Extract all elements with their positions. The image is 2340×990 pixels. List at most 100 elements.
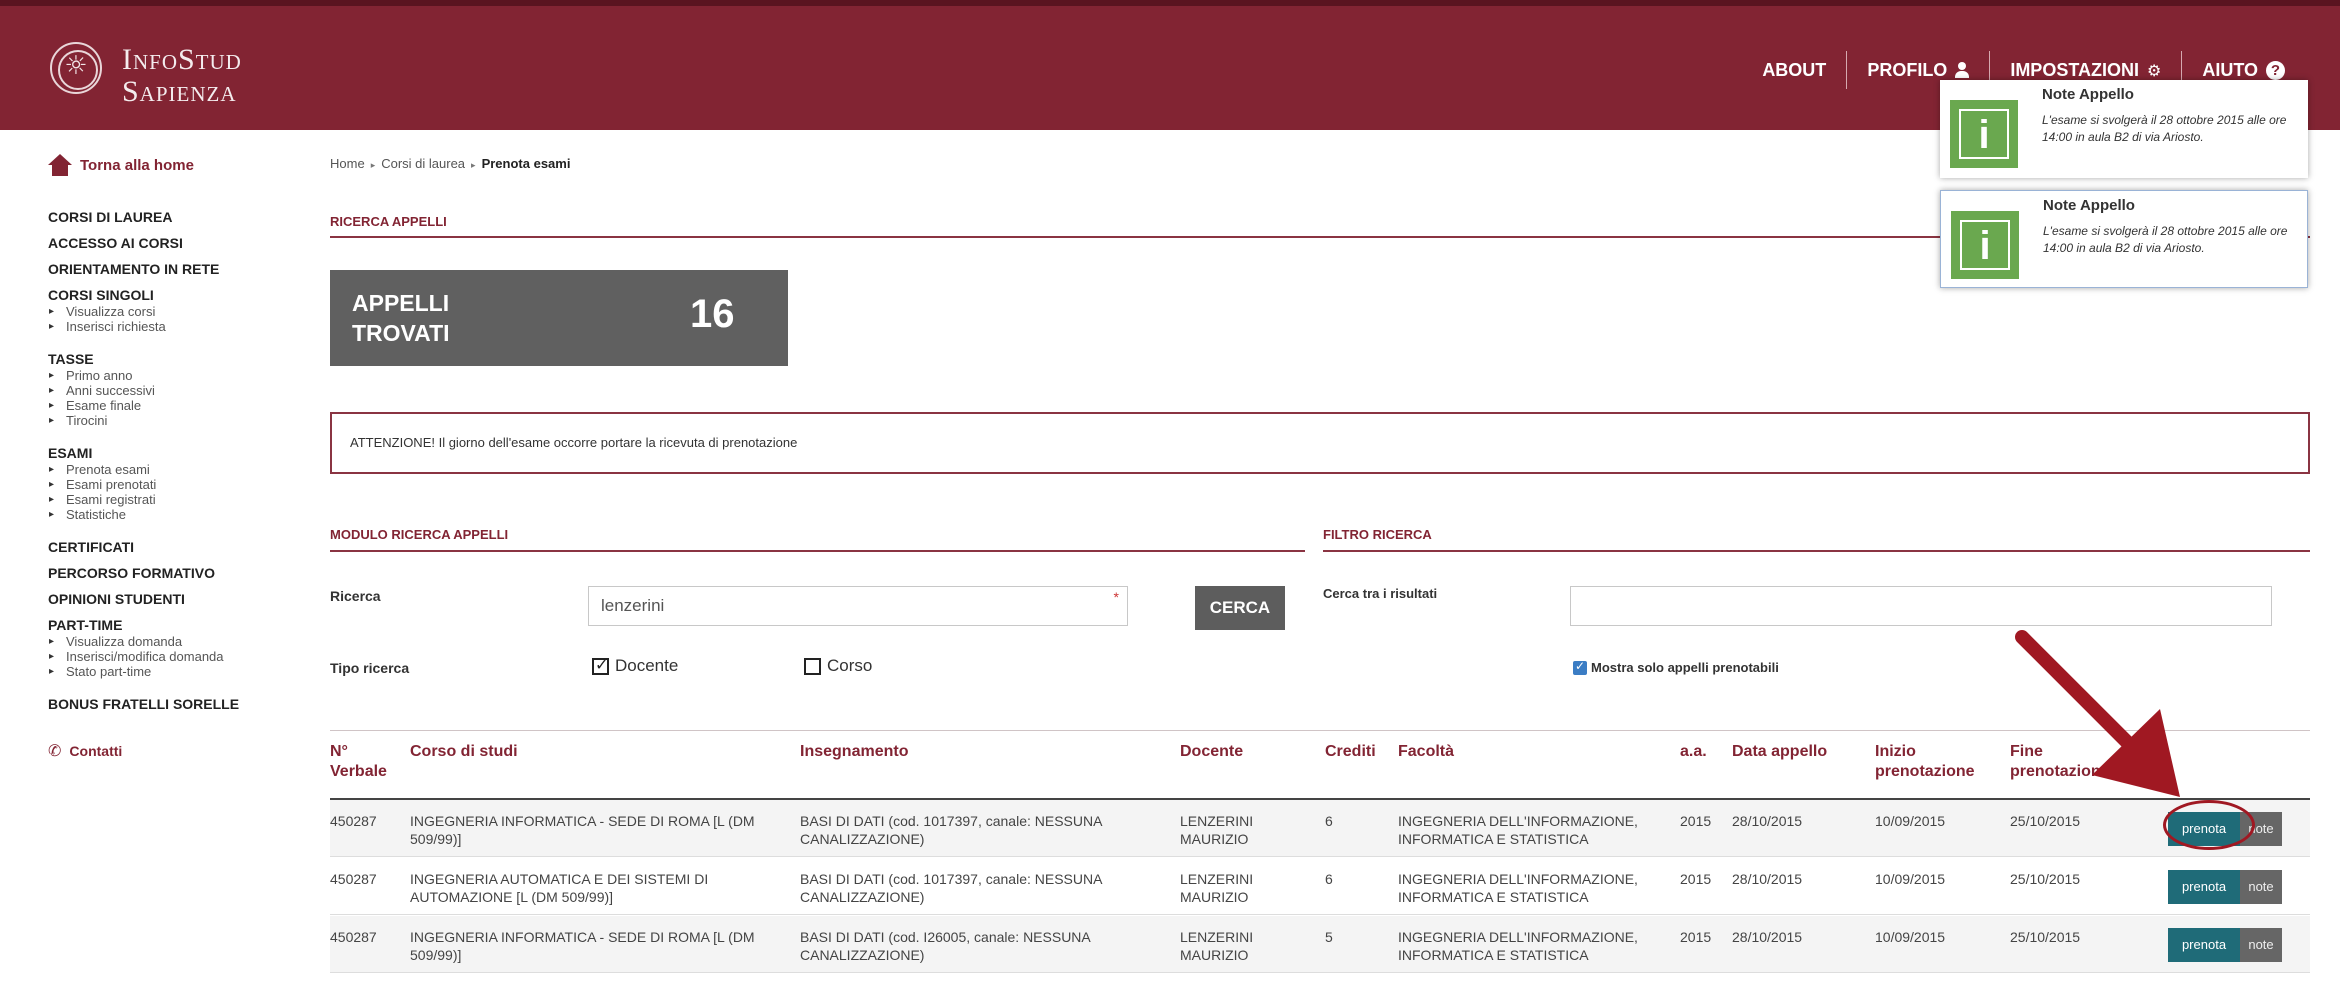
- sidebar-subitem[interactable]: Esami prenotati: [48, 477, 288, 492]
- section-title-filtro: FILTRO RICERCA: [1323, 527, 1432, 542]
- sidebar-item-corsi-laurea[interactable]: CORSI DI LAUREA: [48, 208, 288, 226]
- attention-notice: ATTENZIONE! Il giorno dell'esame occorre…: [330, 412, 2310, 474]
- brand-line-1: InfoStud: [122, 43, 242, 76]
- note-popup[interactable]: i Note Appello L'esame si svolgerà il 28…: [1940, 190, 2308, 288]
- cell-crediti: 6: [1325, 871, 1333, 887]
- sidebar-item-bonus[interactable]: BONUS FRATELLI SORELLE: [48, 695, 288, 713]
- sapienza-logo-icon[interactable]: [50, 42, 102, 94]
- cell-data-appello: 28/10/2015: [1732, 929, 1803, 945]
- docente-checkbox[interactable]: Docente: [592, 655, 678, 676]
- ricerca-input-value: lenzerini: [601, 596, 665, 615]
- note-popup[interactable]: i Note Appello L'esame si svolgerà il 28…: [1940, 80, 2308, 178]
- cell-data-appello: 28/10/2015: [1732, 813, 1803, 829]
- sidebar-subitem[interactable]: Tirocini: [48, 413, 288, 428]
- breadcrumb-separator-icon: ▸: [370, 161, 376, 171]
- cell-crediti: 6: [1325, 813, 1333, 829]
- sidebar-item-tasse[interactable]: TASSE: [48, 350, 288, 368]
- cell-docente: LENZERINI MAURIZIO: [1180, 871, 1254, 905]
- table-row: 450287 INGEGNERIA AUTOMATICA E DEI SISTE…: [330, 858, 2310, 915]
- note-button[interactable]: note: [2240, 928, 2282, 962]
- info-icon: i: [1950, 100, 2018, 168]
- sidebar-subitem[interactable]: Inserisci richiesta: [48, 319, 288, 334]
- cell-corso: INGEGNERIA INFORMATICA - SEDE DI ROMA [L…: [410, 813, 755, 847]
- tipo-ricerca-label: Tipo ricerca: [330, 660, 410, 676]
- section-title-modulo: MODULO RICERCA APPELLI: [330, 527, 509, 542]
- brand-line-2: Sapienza: [122, 75, 237, 108]
- brand-name[interactable]: InfoStud Sapienza: [122, 44, 242, 108]
- sidebar-subitem[interactable]: Visualizza domanda: [48, 634, 288, 649]
- cell-facolta: INGEGNERIA DELL'INFORMAZIONE, INFORMATICA…: [1398, 813, 1638, 847]
- cell-insegnamento: BASI DI DATI (cod. I26005, canale: NESSU…: [800, 929, 1091, 963]
- popup-title: Note Appello: [2042, 86, 2134, 103]
- cell-insegnamento: BASI DI DATI (cod. 1017397, canale: NESS…: [800, 813, 1103, 847]
- cerca-button[interactable]: CERCA: [1195, 586, 1285, 630]
- filtro-cerca-label: Cerca tra i risultati: [1323, 586, 1438, 601]
- cell-verbale: 450287: [330, 871, 377, 887]
- sidebar-contatti-link[interactable]: ✆ Contatti: [48, 741, 288, 760]
- sidebar-item-opinioni[interactable]: OPINIONI STUDENTI: [48, 590, 288, 608]
- sidebar-subitem[interactable]: Inserisci/modifica domanda: [48, 649, 288, 664]
- phone-icon: ✆: [48, 741, 62, 760]
- sidebar-item-orientamento[interactable]: ORIENTAMENTO IN RETE: [48, 260, 288, 278]
- help-icon: ?: [2266, 60, 2285, 80]
- cell-docente: LENZERINI MAURIZIO: [1180, 929, 1254, 963]
- breadcrumb: Home ▸ Corsi di laurea ▸ Prenota esami: [330, 156, 570, 171]
- row-actions: prenota note: [2168, 928, 2282, 962]
- breadcrumb-home[interactable]: Home: [330, 156, 365, 171]
- ricerca-input[interactable]: lenzerini *: [588, 586, 1128, 626]
- table-row: 450287 INGEGNERIA INFORMATICA - SEDE DI …: [330, 916, 2310, 973]
- breadcrumb-separator-icon: ▸: [471, 161, 476, 171]
- popup-title: Note Appello: [2043, 197, 2135, 214]
- cell-insegnamento: BASI DI DATI (cod. 1017397, canale: NESS…: [800, 871, 1103, 905]
- sidebar-subitem[interactable]: Esami registrati: [48, 492, 288, 507]
- col-header-docente[interactable]: Docente: [1180, 742, 1243, 762]
- sidebar-item-corsi-singoli[interactable]: CORSI SINGOLI: [48, 286, 288, 304]
- sidebar-subitem[interactable]: Anni successivi: [48, 383, 288, 398]
- corso-checkbox[interactable]: Corso: [804, 656, 872, 676]
- popup-text: L'esame si svolgerà il 28 ottobre 2015 a…: [2043, 224, 2288, 255]
- cell-inizio: 10/09/2015: [1875, 871, 1946, 887]
- cell-aa: 2015: [1680, 813, 1712, 829]
- col-header-verbale[interactable]: N° Verbale: [330, 742, 387, 782]
- sidebar-subitem[interactable]: Stato part-time: [48, 664, 288, 679]
- col-header-inizio[interactable]: Inizio prenotazione: [1875, 742, 1975, 782]
- prenota-button[interactable]: prenota: [2168, 870, 2240, 904]
- sidebar-item-certificati[interactable]: CERTIFICATI: [48, 538, 288, 556]
- cell-aa: 2015: [1680, 929, 1712, 945]
- mostra-prenotabili-checkbox[interactable]: Mostra solo appelli prenotabili: [1573, 659, 1779, 675]
- col-header-facolta[interactable]: Facoltà: [1398, 742, 1454, 762]
- sidebar-subitem[interactable]: Primo anno: [48, 368, 288, 383]
- cell-crediti: 5: [1325, 929, 1333, 945]
- filtro-search-input[interactable]: [1570, 586, 2272, 626]
- col-header-insegnamento[interactable]: Insegnamento: [800, 742, 908, 762]
- sidebar-item-accesso[interactable]: ACCESSO AI CORSI: [48, 234, 288, 252]
- section-divider: [1323, 550, 2310, 552]
- cell-aa: 2015: [1680, 871, 1712, 887]
- cell-facolta: INGEGNERIA DELL'INFORMAZIONE, INFORMATICA…: [1398, 929, 1638, 963]
- col-header-data[interactable]: Data appello: [1732, 742, 1827, 762]
- sidebar-subitem[interactable]: Visualizza corsi: [48, 304, 288, 319]
- note-button[interactable]: note: [2240, 870, 2282, 904]
- home-icon: [48, 154, 72, 176]
- cell-facolta: INGEGNERIA DELL'INFORMAZIONE, INFORMATICA…: [1398, 871, 1638, 905]
- col-header-corso[interactable]: Corso di studi: [410, 742, 518, 762]
- sidebar-subitem[interactable]: Esame finale: [48, 398, 288, 413]
- sidebar-subitem[interactable]: Statistiche: [48, 507, 288, 522]
- breadcrumb-corsi[interactable]: Corsi di laurea: [381, 156, 465, 171]
- sidebar-home-link[interactable]: Torna alla home: [48, 150, 288, 180]
- prenota-button[interactable]: prenota: [2168, 928, 2240, 962]
- sidebar-item-esami[interactable]: ESAMI: [48, 444, 288, 462]
- sidebar-subitem[interactable]: Prenota esami: [48, 462, 288, 477]
- sidebar-item-part-time[interactable]: PART-TIME: [48, 616, 288, 634]
- cell-inizio: 10/09/2015: [1875, 813, 1946, 829]
- col-header-crediti[interactable]: Crediti: [1325, 742, 1376, 762]
- cell-verbale: 450287: [330, 813, 377, 829]
- section-title-ricerca-appelli: RICERCA APPELLI: [330, 214, 447, 229]
- sidebar: Torna alla home CORSI DI LAUREA ACCESSO …: [48, 150, 288, 760]
- nav-about[interactable]: ABOUT: [1742, 51, 1846, 89]
- sidebar-item-percorso[interactable]: PERCORSO FORMATIVO: [48, 564, 288, 582]
- row-actions: prenota note: [2168, 870, 2282, 904]
- cell-verbale: 450287: [330, 929, 377, 945]
- cell-data-appello: 28/10/2015: [1732, 871, 1803, 887]
- col-header-aa[interactable]: a.a.: [1680, 742, 1707, 762]
